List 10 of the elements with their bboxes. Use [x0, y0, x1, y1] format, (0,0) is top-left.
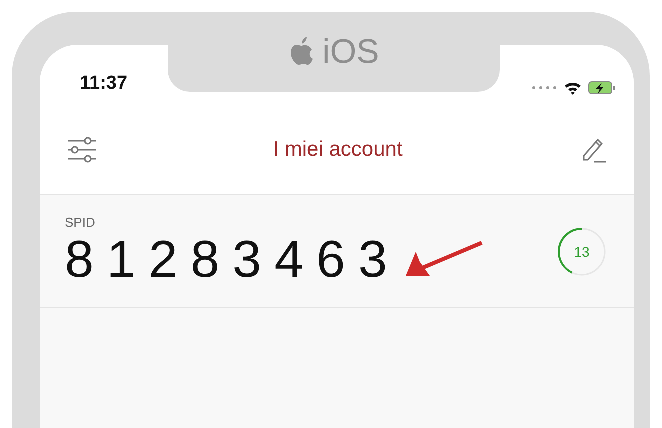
header-title: I miei account [273, 138, 403, 162]
otp-code: 81283463 [65, 232, 400, 290]
status-time: 11:37 [80, 73, 128, 95]
battery-charging-icon [588, 81, 616, 95]
account-name: SPID [65, 215, 96, 230]
apple-logo-icon [288, 37, 315, 67]
signal-dots-icon [532, 86, 558, 90]
wifi-icon [564, 81, 582, 95]
settings-sliders-icon[interactable] [66, 136, 96, 162]
notch-label: iOS [322, 35, 380, 69]
